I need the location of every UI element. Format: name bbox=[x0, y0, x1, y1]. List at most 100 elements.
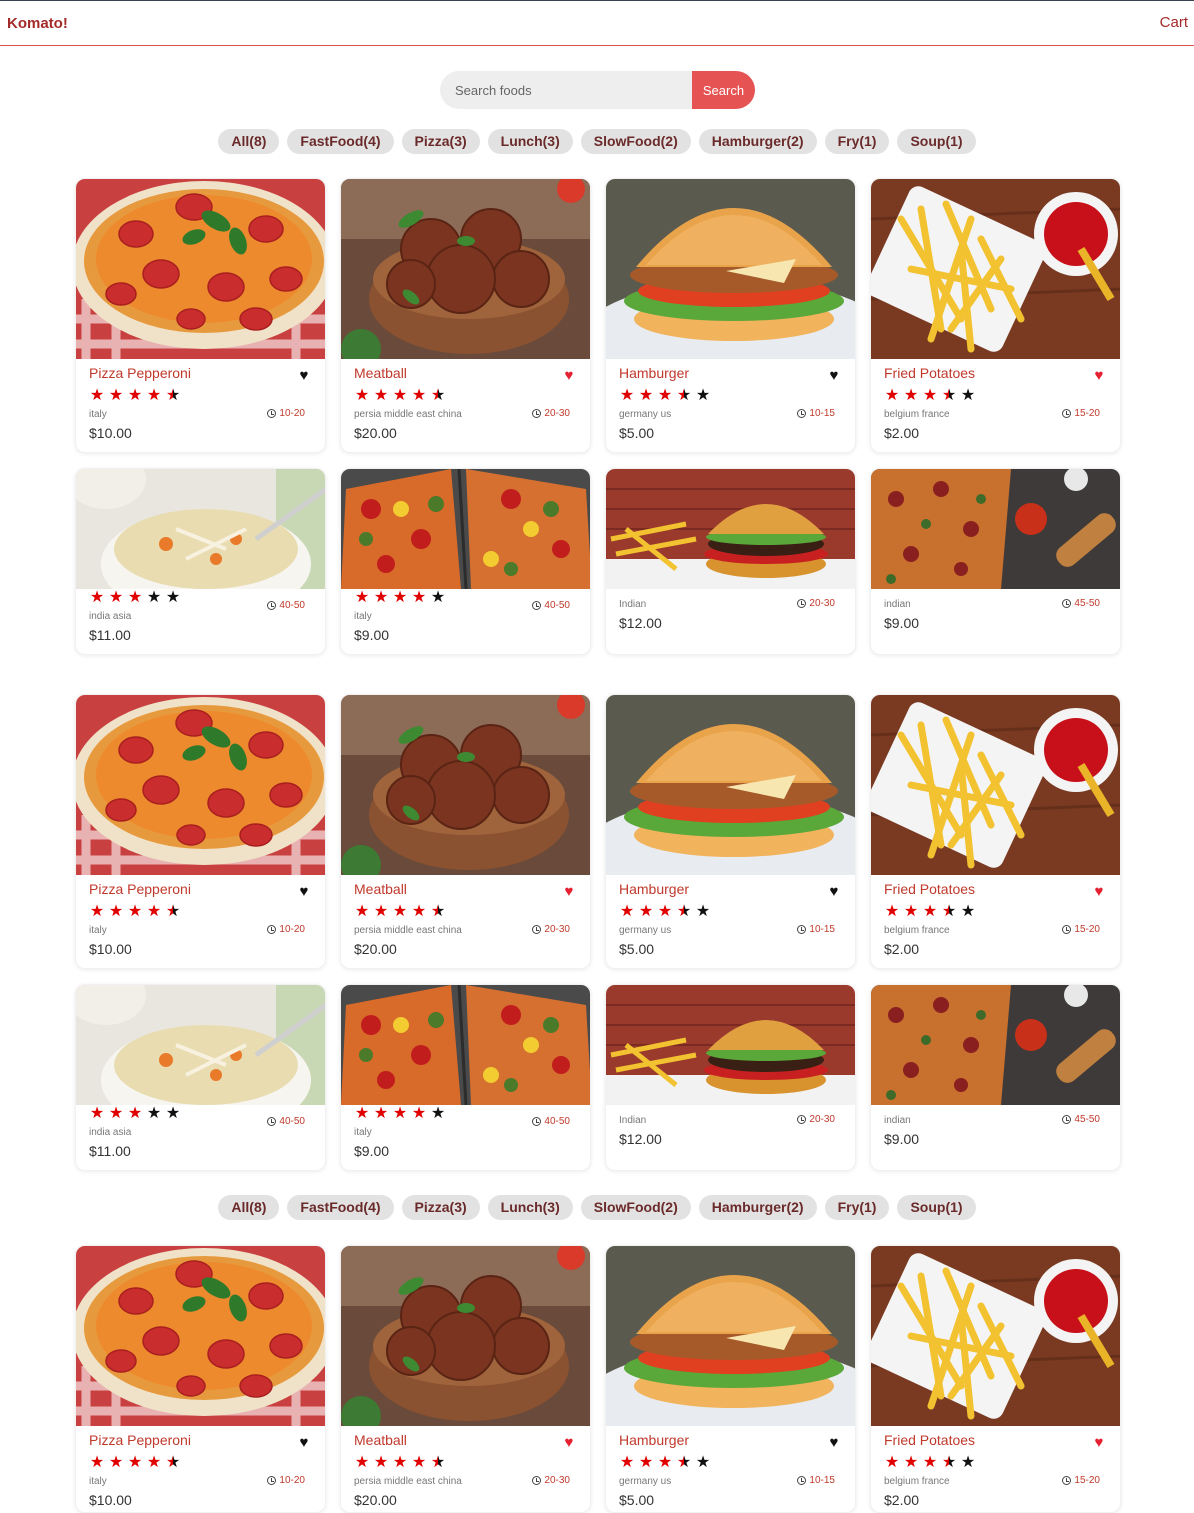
food-image[interactable] bbox=[76, 695, 326, 875]
food-image[interactable] bbox=[341, 1246, 591, 1426]
tag-filter[interactable]: FastFood(4) bbox=[287, 129, 394, 154]
food-card[interactable]: Meatball ♥ ★ ★ ★ ★ ★ persia middle east china 20… bbox=[340, 694, 591, 969]
food-card[interactable]: ★ ★ ★ ★ ★ italy 40-50 $9.00 bbox=[340, 468, 591, 655]
food-name[interactable]: Meatball bbox=[354, 1432, 407, 1448]
food-card[interactable]: ★ ★ ★ ★ ★ italy 40-50 $9.00 bbox=[340, 984, 591, 1171]
food-image[interactable] bbox=[76, 1246, 326, 1426]
food-card[interactable]: Meatball ♥ ★ ★ ★ ★ ★ persia middle east china 20… bbox=[340, 178, 591, 453]
favorite-heart-icon[interactable]: ♥ bbox=[296, 884, 312, 900]
food-name[interactable]: Pizza Pepperoni bbox=[89, 1432, 191, 1448]
food-image[interactable] bbox=[76, 179, 326, 359]
tag-filter[interactable]: Pizza(3) bbox=[401, 1195, 480, 1220]
star-icon: ★ bbox=[373, 903, 389, 920]
tag-filter[interactable]: Hamburger(2) bbox=[698, 129, 817, 154]
logo[interactable]: Komato! bbox=[7, 15, 68, 32]
star-icon: ★ bbox=[89, 903, 105, 920]
food-card[interactable]: Meatball ♥ ★ ★ ★ ★ ★ persia middle east china 20… bbox=[340, 1245, 591, 1513]
tag-filter[interactable]: Pizza(3) bbox=[401, 129, 480, 154]
cook-time-value: 40-50 bbox=[544, 600, 570, 611]
cook-time-value: 10-15 bbox=[809, 1475, 835, 1486]
food-card[interactable]: Hamburger ♥ ★ ★ ★ ★ ★ germany us 10-15 $5.00 bbox=[605, 1245, 856, 1513]
favorite-heart-icon[interactable]: ♥ bbox=[296, 1435, 312, 1451]
food-name[interactable]: Pizza Pepperoni bbox=[89, 365, 191, 381]
favorite-heart-icon[interactable]: ♥ bbox=[1091, 1435, 1107, 1451]
tag-filter[interactable]: Lunch(3) bbox=[487, 1195, 573, 1220]
food-card[interactable]: ★ ★ ★ ★ ★ india asia 40-50 $11.00 bbox=[75, 468, 326, 655]
tag-filter[interactable]: Soup(1) bbox=[897, 1195, 976, 1220]
food-image[interactable] bbox=[606, 469, 856, 589]
clock-icon bbox=[797, 1476, 807, 1485]
food-name[interactable]: Fried Potatoes bbox=[884, 881, 975, 897]
food-card[interactable]: Fried Potatoes ♥ ★ ★ ★ ★ ★ belgium france 15-20 $… bbox=[870, 694, 1121, 969]
food-card[interactable]: Hamburger ♥ ★ ★ ★ ★ ★ germany us 10-15 $5.00 bbox=[605, 178, 856, 453]
tag-filter[interactable]: Hamburger(2) bbox=[698, 1195, 817, 1220]
food-image[interactable] bbox=[871, 985, 1121, 1105]
food-card[interactable]: Pizza Pepperoni ♥ ★ ★ ★ ★ ★ italy 10-20 $10.00 bbox=[75, 178, 326, 453]
favorite-heart-icon[interactable]: ♥ bbox=[1091, 884, 1107, 900]
food-image[interactable] bbox=[871, 469, 1121, 589]
food-name[interactable]: Meatball bbox=[354, 365, 407, 381]
cook-time-value: 10-15 bbox=[809, 408, 835, 419]
favorite-heart-icon[interactable]: ♥ bbox=[561, 368, 577, 384]
favorite-heart-icon[interactable]: ♥ bbox=[561, 884, 577, 900]
star-icon: ★ bbox=[392, 1105, 408, 1122]
food-name[interactable]: Hamburger bbox=[619, 365, 689, 381]
food-card[interactable]: Hamburger ♥ ★ ★ ★ ★ ★ germany us 10-15 $5.00 bbox=[605, 694, 856, 969]
food-origin: Indian bbox=[619, 599, 647, 610]
food-card[interactable]: Pizza Pepperoni ♥ ★ ★ ★ ★ ★ italy 10-20 $10.00 bbox=[75, 694, 326, 969]
food-card[interactable]: ★ ★ ★ ★ ★ india asia 40-50 $11.00 bbox=[75, 984, 326, 1171]
tag-filter[interactable]: All(8) bbox=[218, 1195, 280, 1220]
food-card[interactable]: Fried Potatoes ♥ ★ ★ ★ ★ ★ belgium france 15-20 $… bbox=[870, 1245, 1121, 1513]
food-price: $20.00 bbox=[354, 1492, 397, 1508]
tag-filter[interactable]: All(8) bbox=[218, 129, 280, 154]
food-image[interactable] bbox=[606, 179, 856, 359]
tag-filter[interactable]: Fry(1) bbox=[824, 1195, 890, 1220]
food-image[interactable] bbox=[606, 1246, 856, 1426]
food-card[interactable]: indian 45-50 $9.00 bbox=[870, 468, 1121, 655]
cart-link[interactable]: Cart bbox=[1160, 14, 1188, 31]
tag-filter[interactable]: Soup(1) bbox=[897, 129, 976, 154]
star-rating: ★ ★ ★ ★ ★ bbox=[354, 1106, 446, 1122]
food-image[interactable] bbox=[341, 179, 591, 359]
food-image[interactable] bbox=[871, 1246, 1121, 1426]
favorite-heart-icon[interactable]: ♥ bbox=[826, 368, 842, 384]
search-input[interactable] bbox=[440, 71, 696, 109]
food-image[interactable] bbox=[871, 695, 1121, 875]
food-card[interactable]: indian 45-50 $9.00 bbox=[870, 984, 1121, 1171]
food-name[interactable]: Pizza Pepperoni bbox=[89, 881, 191, 897]
food-name[interactable]: Hamburger bbox=[619, 1432, 689, 1448]
food-image[interactable] bbox=[341, 695, 591, 875]
food-card[interactable]: Indian 20-30 $12.00 bbox=[605, 468, 856, 655]
favorite-heart-icon[interactable]: ♥ bbox=[1091, 368, 1107, 384]
food-image[interactable] bbox=[871, 179, 1121, 359]
food-card[interactable]: Fried Potatoes ♥ ★ ★ ★ ★ ★ belgium france 15-20 $… bbox=[870, 178, 1121, 453]
tag-filter[interactable]: SlowFood(2) bbox=[580, 1195, 691, 1220]
star-icon: ★ bbox=[884, 1454, 900, 1471]
food-card[interactable]: Pizza Pepperoni ♥ ★ ★ ★ ★ ★ italy 10-20 $10.00 bbox=[75, 1245, 326, 1513]
food-image[interactable] bbox=[606, 695, 856, 875]
food-image[interactable] bbox=[341, 985, 591, 1105]
star-icon: ★ bbox=[89, 589, 105, 606]
favorite-heart-icon[interactable]: ♥ bbox=[826, 884, 842, 900]
food-name[interactable]: Meatball bbox=[354, 881, 407, 897]
favorite-heart-icon[interactable]: ♥ bbox=[296, 368, 312, 384]
star-icon: ★ bbox=[108, 903, 124, 920]
food-image[interactable] bbox=[76, 985, 326, 1105]
star-icon: ★ bbox=[89, 387, 105, 404]
food-name[interactable]: Fried Potatoes bbox=[884, 1432, 975, 1448]
food-card[interactable]: Indian 20-30 $12.00 bbox=[605, 984, 856, 1171]
tag-filter[interactable]: SlowFood(2) bbox=[580, 129, 691, 154]
food-image[interactable] bbox=[76, 469, 326, 589]
food-image[interactable] bbox=[606, 985, 856, 1105]
star-icon: ★ bbox=[411, 903, 427, 920]
food-name[interactable]: Fried Potatoes bbox=[884, 365, 975, 381]
tag-filter[interactable]: FastFood(4) bbox=[287, 1195, 394, 1220]
tag-filter[interactable]: Lunch(3) bbox=[487, 129, 573, 154]
search-button[interactable]: Search bbox=[692, 71, 755, 109]
favorite-heart-icon[interactable]: ♥ bbox=[561, 1435, 577, 1451]
favorite-heart-icon[interactable]: ♥ bbox=[826, 1435, 842, 1451]
tag-filter[interactable]: Fry(1) bbox=[824, 129, 890, 154]
star-icon: ★ bbox=[960, 387, 976, 404]
food-name[interactable]: Hamburger bbox=[619, 881, 689, 897]
food-image[interactable] bbox=[341, 469, 591, 589]
